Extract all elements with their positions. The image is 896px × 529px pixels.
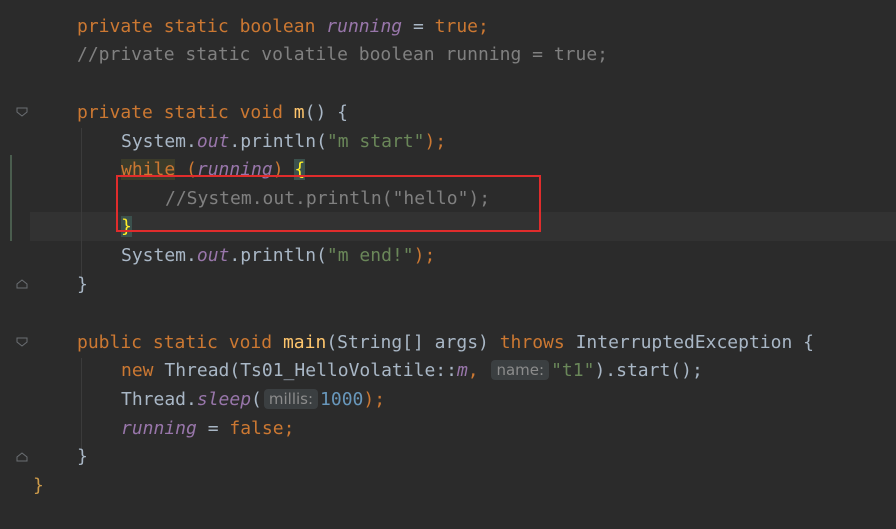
method-name: sleep <box>196 389 252 410</box>
method-ref: m <box>456 360 468 381</box>
keyword: static <box>163 16 229 37</box>
indent-guide <box>81 128 82 278</box>
exception-type: InterruptedException { <box>564 332 814 353</box>
class-ref: Thread. <box>121 389 197 410</box>
closing-brace: } <box>77 274 88 295</box>
keyword: boolean <box>239 16 316 37</box>
code-line: System.out.println("m start"); <box>121 127 446 156</box>
keyword: public <box>77 332 143 353</box>
semicolon: ; <box>478 16 489 37</box>
field-name: out <box>196 131 230 152</box>
paren: ( <box>251 389 262 410</box>
keyword: throws <box>499 332 565 353</box>
class-ref: System. <box>121 131 197 152</box>
keyword: void <box>239 102 283 123</box>
method-params: (String[] args) <box>326 332 500 353</box>
fold-marker-icon[interactable] <box>16 336 28 348</box>
number-literal: 1000 <box>320 389 364 410</box>
code-line: } <box>33 471 44 500</box>
keyword: static <box>163 102 229 123</box>
parameter-hint: millis: <box>263 389 319 409</box>
method-call: .println( <box>229 131 327 152</box>
punctuation: , <box>467 360 479 381</box>
code-line: private static void m() { <box>77 98 348 127</box>
fold-marker-icon[interactable] <box>16 278 28 290</box>
string-literal: "m start" <box>326 131 425 152</box>
semicolon: ; <box>283 418 295 439</box>
punctuation: ); <box>413 245 436 266</box>
literal: true <box>434 16 479 37</box>
punctuation: ); <box>424 131 447 152</box>
field-name: out <box>196 245 230 266</box>
editor-gutter <box>0 0 44 529</box>
comment-line: //private static volatile boolean runnin… <box>77 44 609 65</box>
code-line: } <box>77 442 88 471</box>
code-line: } <box>77 270 88 299</box>
punctuation: ); <box>363 389 386 410</box>
string-literal: "m end!" <box>326 245 414 266</box>
method-call: ).start(); <box>594 360 703 381</box>
method-signature: () { <box>304 102 348 123</box>
code-line: public static void main(String[] args) t… <box>77 328 814 357</box>
code-line: System.out.println("m end!"); <box>121 241 435 270</box>
method-name: main <box>282 332 327 353</box>
annotation-highlight-box <box>116 175 541 232</box>
keyword: static <box>152 332 218 353</box>
field-name: running <box>121 418 197 439</box>
field-name: running <box>326 16 403 37</box>
class-ref: System. <box>121 245 197 266</box>
closing-brace: } <box>33 475 44 496</box>
literal: false <box>229 418 284 439</box>
keyword: void <box>228 332 273 353</box>
change-marker <box>10 155 12 241</box>
method-call: .println( <box>229 245 327 266</box>
fold-marker-icon[interactable] <box>16 106 28 118</box>
fold-marker-icon[interactable] <box>16 451 28 463</box>
operator: = <box>402 16 435 37</box>
code-line: running = false; <box>121 414 294 443</box>
code-line: new Thread(Ts01_HelloVolatile::m, name: "… <box>121 356 703 385</box>
class-ref: Thread(Ts01_HelloVolatile:: <box>153 360 457 381</box>
keyword: private <box>77 16 153 37</box>
operator: = <box>196 418 230 439</box>
keyword: new <box>121 360 154 381</box>
parameter-hint: name: <box>491 360 550 380</box>
closing-brace: } <box>77 446 88 467</box>
keyword: private <box>77 102 153 123</box>
string-literal: "t1" <box>551 360 595 381</box>
method-name: m <box>293 102 305 123</box>
code-line: Thread.sleep(millis: 1000); <box>121 385 385 414</box>
indent-guide <box>81 358 82 450</box>
code-line: private static boolean running = true; <box>77 12 489 41</box>
